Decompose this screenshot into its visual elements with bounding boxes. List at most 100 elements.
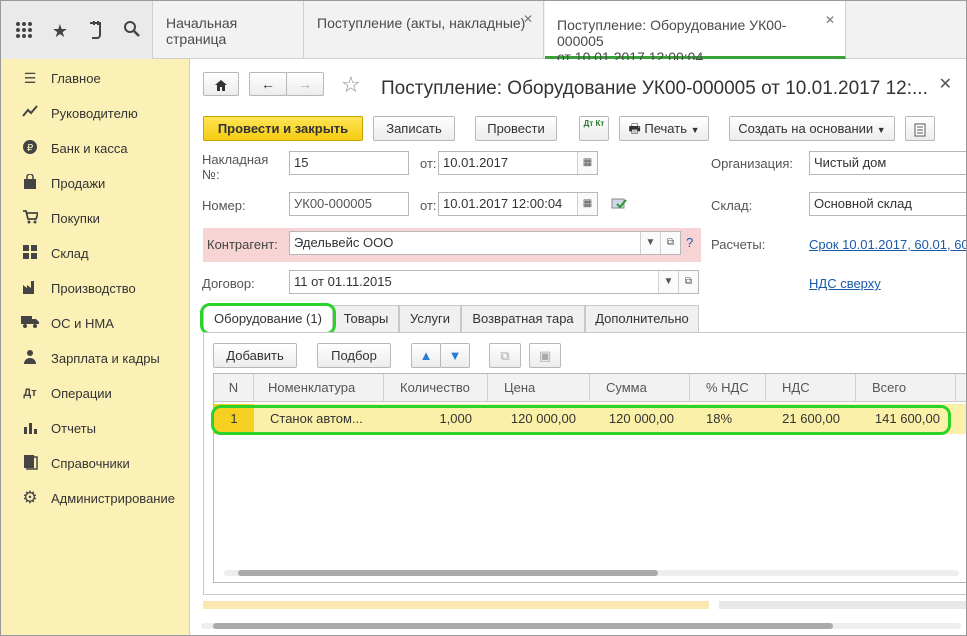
number-label: Номер: [202,198,246,213]
tab-services[interactable]: Услуги [399,305,461,333]
warehouse-icon [21,244,39,262]
column-header[interactable]: Цена [488,374,590,402]
tab-document[interactable]: Поступление: Оборудование УК00-000005 от… [545,1,846,65]
scrollbar-thumb[interactable] [213,623,833,629]
cell-nomenclature[interactable]: Станок автом... [270,404,380,434]
print-button[interactable]: 🖶 Печать ▼ [619,116,709,141]
tab-equipment[interactable]: Оборудование (1) [203,305,333,333]
settlements-label: Расчеты: [711,237,766,252]
arrow-up-icon: ▲ [419,348,433,363]
column-header[interactable]: Номенклатура [254,374,384,402]
cell-quantity[interactable]: 1,000 [384,404,472,434]
vat-link[interactable]: НДС сверху [809,276,881,291]
post-button[interactable]: Провести [475,116,557,141]
tab-home[interactable]: Начальная страница [154,1,304,59]
invoice-date-field[interactable]: 10.01.2017 ▦ [438,151,598,175]
scrollbar-thumb[interactable] [238,570,658,576]
column-header[interactable]: % НДС [690,374,766,402]
counterparty-field[interactable]: Эдельвейс ООО ▼ ⧉ [289,231,681,255]
people-icon [21,349,39,367]
cell-vat[interactable]: 21 600,00 [766,404,840,434]
arrow-right-icon: → [298,76,312,92]
sidebar-item-reports[interactable]: Отчеты [1,411,190,446]
sidebar-item-assets[interactable]: ОС и НМА [1,306,190,341]
sidebar-item-references[interactable]: Справочники [1,446,190,481]
trend-icon [21,104,39,122]
column-header[interactable]: N [214,374,254,402]
sidebar-item-manager[interactable]: Руководителю [1,96,190,131]
sidebar-item-operations[interactable]: Дт Операции [1,376,190,411]
table-horizontal-scrollbar[interactable] [224,570,959,576]
tab-returnable-packaging[interactable]: Возвратная тара [461,305,585,333]
sidebar-item-label: Зарплата и кадры [51,351,160,366]
table-row[interactable]: 1 Станок автом... 1,000 120 000,00 120 0… [214,404,966,434]
home-button[interactable] [203,72,239,96]
column-header[interactable]: Всего [856,374,956,402]
sidebar-item-label: Покупки [51,211,100,226]
column-header[interactable]: Сумма [590,374,690,402]
column-header[interactable]: НДС [766,374,856,402]
contract-field[interactable]: 11 от 01.11.2015 ▼ ⧉ [289,270,699,294]
cell-n[interactable]: 1 [214,404,254,434]
sidebar-item-main[interactable]: ☰ Главное [1,61,190,96]
organization-field[interactable]: Чистый дом [809,151,966,175]
select-button[interactable]: Подбор [317,343,391,368]
footer-panel [203,601,709,609]
search-icon[interactable] [121,20,143,42]
invoice-label: Накладная №: [202,152,268,182]
close-icon[interactable]: ✕ [939,74,952,94]
calendar-icon[interactable]: ▦ [577,193,597,215]
settlements-link[interactable]: Срок 10.01.2017, 60.01, 60 [809,237,966,252]
sidebar-item-label: Продажи [51,176,106,191]
column-header[interactable]: Количество [384,374,488,402]
number-field[interactable]: УК00-000005 [289,192,409,216]
sidebar-item-label: Главное [51,71,101,86]
tab-receipts[interactable]: Поступление (акты, накладные) ✕ [305,1,544,59]
close-icon[interactable]: ✕ [523,12,533,26]
history-icon[interactable] [85,20,107,42]
sidebar-item-warehouse[interactable]: Склад [1,236,190,271]
cell-total[interactable]: 141 600,00 [856,404,940,434]
paste-button[interactable]: ▣ [529,343,561,368]
sidebar-item-sales[interactable]: Продажи [1,166,190,201]
apps-grid-icon[interactable] [13,20,35,42]
cell-price[interactable]: 120 000,00 [488,404,576,434]
number-date-field[interactable]: 10.01.2017 12:00:04 ▦ [438,192,598,216]
sidebar-item-production[interactable]: Производство [1,271,190,306]
favorite-star-icon[interactable]: ☆ [341,72,361,98]
close-icon[interactable]: ✕ [825,12,835,28]
move-down-button[interactable]: ▼ [440,343,470,368]
sidebar-item-salary[interactable]: Зарплата и кадры [1,341,190,376]
main-horizontal-scrollbar[interactable] [201,623,961,629]
sidebar-item-label: Администрирование [51,491,175,506]
add-button[interactable]: Добавить [213,343,297,368]
post-and-close-button[interactable]: Провести и закрыть [203,116,363,141]
dt-kt-button[interactable]: Дт Кт [579,116,609,141]
copy-button[interactable]: ⧉ [489,343,521,368]
sidebar-item-purchases[interactable]: Покупки [1,201,190,236]
create-based-on-button[interactable]: Создать на основании ▼ [729,116,895,141]
invoice-number-field[interactable]: 15 [289,151,409,175]
report-button[interactable] [905,116,935,141]
move-up-button[interactable]: ▲ [411,343,441,368]
sidebar-item-bank[interactable]: ₽ Банк и касса [1,131,190,166]
menu-icon: ☰ [23,70,37,86]
star-icon[interactable]: ★ [49,20,71,42]
calendar-icon[interactable]: ▦ [577,152,597,174]
sidebar-item-admin[interactable]: ⚙ Администрирование [1,481,190,516]
help-icon[interactable]: ? [686,235,693,250]
tab-goods[interactable]: Товары [333,305,399,333]
cell-vat-rate[interactable]: 18% [706,404,766,434]
open-icon[interactable]: ⧉ [660,232,680,254]
save-button[interactable]: Записать [373,116,455,141]
open-icon[interactable]: ⧉ [678,271,698,293]
chevron-down-icon[interactable]: ▼ [640,232,660,254]
status-check-icon [611,196,627,213]
cell-sum[interactable]: 120 000,00 [590,404,674,434]
chevron-down-icon[interactable]: ▼ [658,271,678,293]
back-button[interactable]: ← [249,72,287,96]
warehouse-field[interactable]: Основной склад [809,192,966,216]
tab-additional[interactable]: Дополнительно [585,305,699,333]
forward-button[interactable]: → [286,72,324,96]
top-bar: ★ Начальная страница Поступление (акты, … [1,1,966,65]
